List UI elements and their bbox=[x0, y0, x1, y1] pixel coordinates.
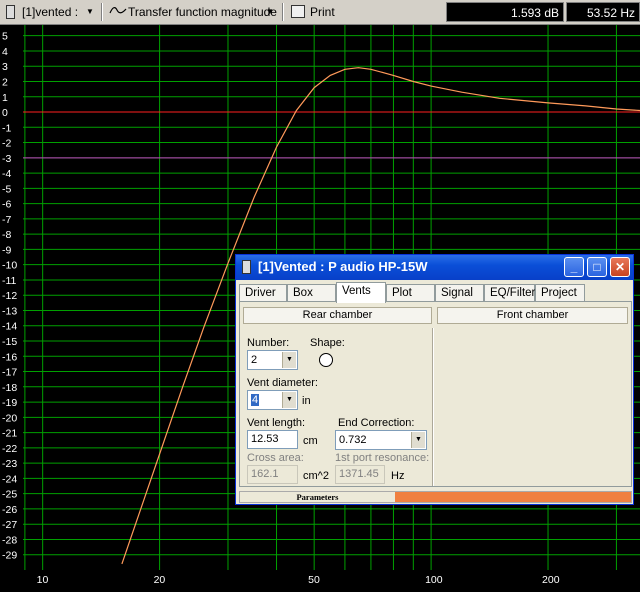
y-tick-label: -12 bbox=[2, 290, 17, 302]
view-selector-dropdown-icon[interactable]: ▼ bbox=[266, 3, 274, 21]
x-tick-label: 200 bbox=[542, 574, 560, 586]
round-shape-icon[interactable] bbox=[319, 353, 333, 367]
y-tick-label: 2 bbox=[2, 76, 8, 88]
status-progress bbox=[395, 492, 631, 502]
y-tick-label: -8 bbox=[2, 229, 11, 241]
y-tick-label: 4 bbox=[2, 46, 8, 58]
vent-diameter-unit: in bbox=[302, 395, 311, 407]
y-tick-label: 5 bbox=[2, 31, 8, 43]
vent-diameter-select[interactable]: 4 ▼ bbox=[247, 390, 298, 410]
x-tick-label: 20 bbox=[154, 574, 166, 586]
graph-selector-dropdown-icon[interactable]: ▼ bbox=[86, 3, 94, 21]
x-tick-label: 10 bbox=[37, 574, 49, 586]
y-tick-label: -4 bbox=[2, 168, 11, 180]
front-chamber-button[interactable]: Front chamber bbox=[437, 307, 628, 324]
graph-icon bbox=[6, 5, 15, 19]
tab-signal[interactable]: Signal bbox=[435, 284, 484, 302]
vents-panel: Rear chamber Front chamber Number: Shape… bbox=[239, 301, 632, 487]
chamber-divider bbox=[432, 328, 434, 486]
vent-diameter-label: Vent diameter: bbox=[247, 377, 318, 389]
port-resonance-label: 1st port resonance: bbox=[335, 452, 430, 464]
y-tick-label: -16 bbox=[2, 351, 17, 363]
printer-icon[interactable] bbox=[291, 5, 305, 18]
y-tick-label: -24 bbox=[2, 473, 17, 485]
vent-diameter-value: 4 bbox=[251, 394, 260, 406]
cross-area-unit: cm^2 bbox=[303, 470, 329, 482]
vented-box-dialog: [1]Vented : P audio HP-15W _ □ ✕ Driver … bbox=[235, 254, 634, 505]
vent-length-label: Vent length: bbox=[247, 417, 306, 429]
y-tick-label: -11 bbox=[2, 275, 17, 287]
cross-area-value: 162.1 bbox=[247, 465, 298, 484]
y-tick-label: -28 bbox=[2, 534, 17, 546]
tab-vents[interactable]: Vents bbox=[336, 282, 386, 303]
dialog-title: [1]Vented : P audio HP-15W bbox=[258, 259, 428, 274]
y-tick-label: -25 bbox=[2, 489, 17, 501]
chevron-down-icon[interactable]: ▼ bbox=[282, 392, 296, 408]
toolbar: [1]vented : ▼ Transfer function magnitud… bbox=[0, 0, 640, 25]
tab-eq-filter[interactable]: EQ/Filter bbox=[484, 284, 535, 302]
y-tick-label: -13 bbox=[2, 305, 17, 317]
toolbar-separator bbox=[101, 3, 103, 21]
y-tick-label: 0 bbox=[2, 107, 8, 119]
tab-plot[interactable]: Plot bbox=[386, 284, 435, 302]
dialog-title-bar[interactable]: [1]Vented : P audio HP-15W _ □ ✕ bbox=[236, 255, 633, 280]
x-tick-label: 100 bbox=[425, 574, 443, 586]
y-tick-label: -6 bbox=[2, 199, 11, 211]
db-readout: 1.593 dB bbox=[446, 2, 564, 22]
tab-driver[interactable]: Driver bbox=[239, 284, 287, 302]
y-tick-label: -29 bbox=[2, 550, 17, 562]
y-tick-label: -9 bbox=[2, 244, 11, 256]
number-value: 2 bbox=[251, 354, 258, 366]
vent-length-unit: cm bbox=[303, 435, 318, 447]
y-tick-label: 1 bbox=[2, 92, 8, 104]
port-resonance-unit: Hz bbox=[391, 470, 405, 482]
hz-readout: 53.52 Hz bbox=[566, 2, 640, 22]
y-tick-label: -15 bbox=[2, 336, 17, 348]
end-correction-label: End Correction: bbox=[338, 417, 415, 429]
chevron-down-icon[interactable]: ▼ bbox=[282, 352, 296, 368]
y-tick-label: -21 bbox=[2, 428, 17, 440]
minimize-button[interactable]: _ bbox=[564, 257, 584, 277]
transfer-function-icon bbox=[109, 3, 127, 21]
print-button[interactable]: Print bbox=[310, 3, 335, 21]
graph-selector[interactable]: [1]vented : bbox=[22, 3, 78, 21]
rear-chamber-button[interactable]: Rear chamber bbox=[243, 307, 432, 324]
close-button[interactable]: ✕ bbox=[610, 257, 630, 277]
y-tick-label: -10 bbox=[2, 260, 17, 272]
y-tick-label: -18 bbox=[2, 382, 17, 394]
tab-box[interactable]: Box bbox=[287, 284, 336, 302]
y-tick-label: -17 bbox=[2, 367, 17, 379]
end-correction-value: 0.732 bbox=[339, 434, 367, 446]
y-tick-label: -2 bbox=[2, 138, 11, 150]
maximize-button[interactable]: □ bbox=[587, 257, 607, 277]
dialog-status-bar: Parameters bbox=[239, 491, 632, 503]
cross-area-label: Cross area: bbox=[247, 452, 304, 464]
toolbar-separator bbox=[282, 3, 284, 21]
y-tick-label: -22 bbox=[2, 443, 17, 455]
end-correction-select[interactable]: 0.732 ▼ bbox=[335, 430, 427, 450]
y-tick-label: -14 bbox=[2, 321, 17, 333]
y-tick-label: -1 bbox=[2, 122, 11, 134]
y-tick-label: -19 bbox=[2, 397, 17, 409]
app-icon bbox=[242, 260, 251, 274]
y-tick-label: -23 bbox=[2, 458, 17, 470]
chevron-down-icon[interactable]: ▼ bbox=[411, 432, 425, 448]
y-tick-label: -7 bbox=[2, 214, 11, 226]
y-tick-label: 3 bbox=[2, 61, 8, 73]
y-tick-label: -5 bbox=[2, 183, 11, 195]
port-resonance-value: 1371.45 bbox=[335, 465, 385, 484]
shape-label: Shape: bbox=[310, 337, 345, 349]
y-tick-label: -3 bbox=[2, 153, 11, 165]
y-tick-label: -27 bbox=[2, 519, 17, 531]
view-selector[interactable]: Transfer function magnitude bbox=[128, 3, 277, 21]
y-tick-label: -26 bbox=[2, 504, 17, 516]
number-select[interactable]: 2 ▼ bbox=[247, 350, 298, 370]
y-tick-label: -20 bbox=[2, 412, 17, 424]
vent-length-input[interactable]: 12.53 bbox=[247, 430, 298, 449]
tab-project[interactable]: Project bbox=[535, 284, 585, 302]
x-tick-label: 50 bbox=[308, 574, 320, 586]
status-parameters: Parameters bbox=[296, 492, 339, 502]
number-label: Number: bbox=[247, 337, 290, 349]
